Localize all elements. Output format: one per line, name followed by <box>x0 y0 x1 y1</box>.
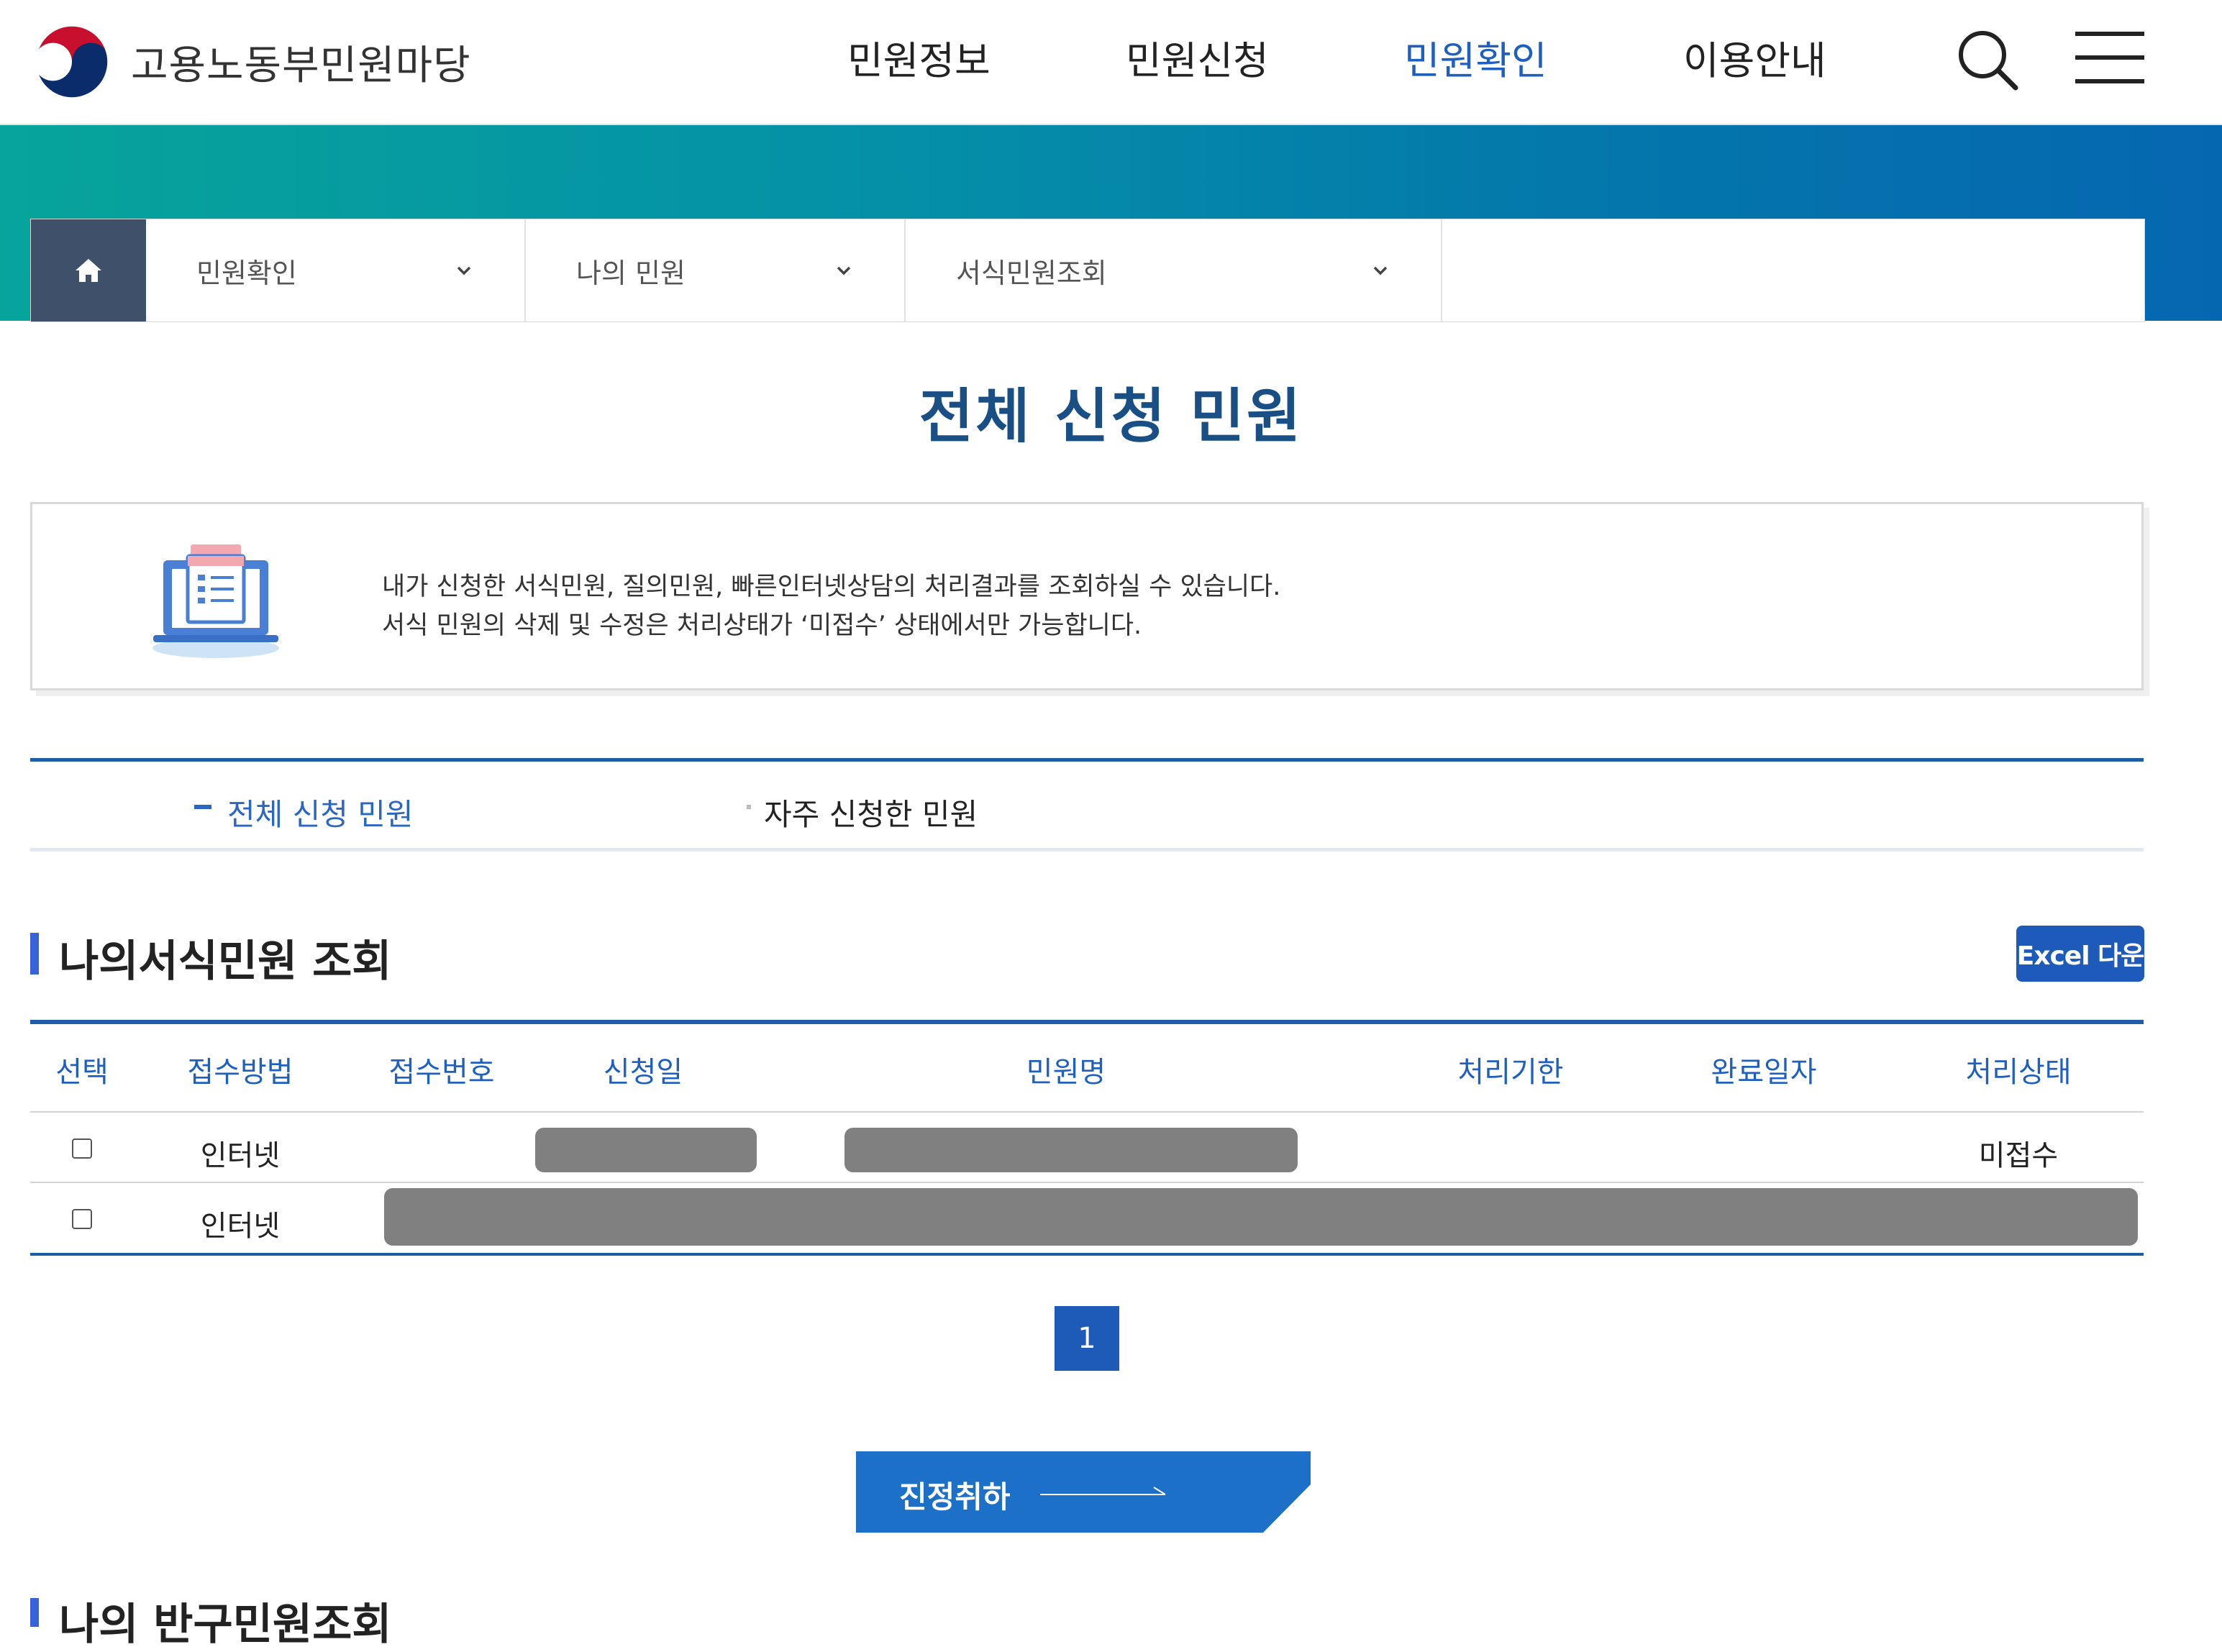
active-tab-dash-icon <box>194 805 211 809</box>
site-header: 고용노동부민원마당 민원정보 민원신청 민원확인 이용안내 <box>0 0 2222 125</box>
section-title-2: 나의 반구민원조회 <box>59 1599 392 1650</box>
government-logo-icon[interactable] <box>29 19 115 105</box>
table-cell-status: 미접수 <box>1978 1139 2059 1172</box>
redacted-complaint-name <box>844 1128 1298 1172</box>
search-icon[interactable] <box>1955 27 2020 92</box>
section-title: 나의서식민원 조회 <box>59 936 392 987</box>
bullet-dot-icon <box>747 805 751 809</box>
table-header-receipt-no: 접수번호 <box>388 1056 495 1089</box>
table-row-divider <box>30 1182 2144 1183</box>
pagination-page-1[interactable]: 1 <box>1055 1306 1119 1371</box>
home-icon <box>76 259 101 282</box>
table-bottom-border <box>30 1253 2144 1256</box>
row-checkbox[interactable] <box>72 1209 92 1229</box>
table-header-method: 접수방법 <box>187 1056 293 1089</box>
laptop-document-icon <box>152 544 279 658</box>
excel-download-button[interactable]: Excel 다운 <box>2016 926 2144 982</box>
table-header-divider <box>30 1111 2144 1113</box>
breadcrumb-level-3[interactable]: 서식민원조회 <box>906 219 1442 321</box>
tab-all-complaints[interactable]: 전체 신청 민원 <box>227 790 414 834</box>
table-header-complaint-name: 민원명 <box>1026 1056 1106 1089</box>
table-header-complete-date: 완료일자 <box>1711 1056 1817 1089</box>
site-name[interactable]: 고용노동부민원마당 <box>131 33 471 91</box>
nav-complaint-check[interactable]: 민원확인 <box>1404 29 1547 86</box>
breadcrumb-label: 민원확인 <box>196 257 297 289</box>
breadcrumb-level-2[interactable]: 나의 민원 <box>526 219 906 321</box>
table-cell-method: 인터넷 <box>200 1210 281 1243</box>
page-title: 전체 신청 민원 <box>919 383 1303 451</box>
info-box: 내가 신청한 서식민원, 질의민원, 빠른인터넷상담의 처리결과를 조회하실 수… <box>30 502 2144 690</box>
withdraw-button-label: 진정취하 <box>899 1479 1011 1515</box>
breadcrumb-level-1[interactable]: 민원확인 <box>146 219 526 321</box>
table-header-status: 처리상태 <box>1965 1056 2072 1089</box>
info-text-line-1: 내가 신청한 서식민원, 질의민원, 빠른인터넷상담의 처리결과를 조회하실 수… <box>382 572 1281 601</box>
chevron-down-icon <box>837 266 851 275</box>
breadcrumb-label: 서식민원조회 <box>956 257 1107 289</box>
breadcrumb-label: 나의 민원 <box>576 257 686 289</box>
tab-bar: 전체 신청 민원 자주 신청한 민원 <box>30 758 2144 852</box>
hamburger-menu-icon[interactable] <box>2075 29 2144 86</box>
table-header-deadline: 처리기한 <box>1457 1056 1564 1089</box>
section-marker <box>30 933 39 975</box>
nav-complaint-apply[interactable]: 민원신청 <box>1126 29 1269 86</box>
home-button[interactable] <box>31 219 146 321</box>
section-marker <box>30 1598 39 1627</box>
info-text-line-2: 서식 민원의 삭제 및 수정은 처리상태가 ‘미접수’ 상태에서만 가능합니다. <box>382 611 1142 640</box>
redacted-row-details <box>384 1188 2138 1246</box>
row-checkbox[interactable] <box>72 1138 92 1159</box>
tab-frequent-complaints[interactable]: 자주 신청한 민원 <box>764 790 978 834</box>
redacted-apply-date <box>535 1128 757 1172</box>
chevron-down-icon <box>1373 266 1388 275</box>
nav-usage-guide[interactable]: 이용안내 <box>1683 29 1826 86</box>
table-top-border <box>30 1020 2144 1024</box>
breadcrumb: 민원확인 나의 민원 서식민원조회 <box>30 219 2145 322</box>
chevron-down-icon <box>457 266 471 275</box>
table-header-select: 선택 <box>55 1056 109 1089</box>
nav-complaint-info[interactable]: 민원정보 <box>847 29 991 86</box>
table-header-apply-date: 신청일 <box>603 1056 683 1089</box>
table-cell-method: 인터넷 <box>200 1139 281 1172</box>
